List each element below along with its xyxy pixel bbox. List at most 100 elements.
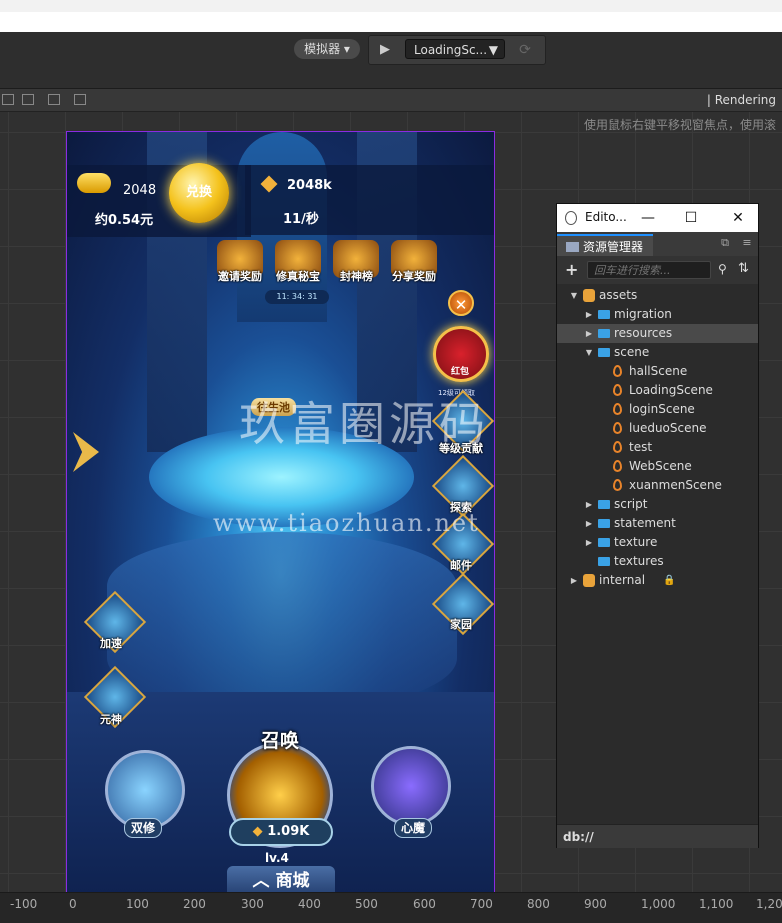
income-rate: 11/秒 xyxy=(283,212,319,227)
homeland-label: 家园 xyxy=(450,618,472,631)
expand-right-icon[interactable]: ▶ xyxy=(584,495,594,514)
tree-item-webscene[interactable]: WebScene xyxy=(557,457,758,476)
asset-path-footer: db:// xyxy=(557,824,758,848)
asset-search-input[interactable] xyxy=(587,261,711,279)
expand-right-icon[interactable]: ▶ xyxy=(584,324,594,343)
tree-item-loadingscene[interactable]: LoadingScene xyxy=(557,381,758,400)
scene-file-icon xyxy=(613,479,622,491)
folder-icon xyxy=(598,557,610,566)
tree-item-label: internal xyxy=(599,573,646,587)
align-right-icon[interactable] xyxy=(48,94,60,105)
maximize-button[interactable]: ☐ xyxy=(678,207,704,229)
exchange-button[interactable]: 兑换 xyxy=(169,163,229,223)
watermark-url: www.tiaozhuan.net xyxy=(213,509,480,537)
ranking-label: 封神榜 xyxy=(340,270,373,283)
close-icon[interactable]: ✕ xyxy=(448,290,474,316)
tree-item-loginscene[interactable]: loginScene xyxy=(557,400,758,419)
scene-file-icon xyxy=(613,460,622,472)
add-asset-button[interactable]: + xyxy=(565,260,578,279)
inner-demon-button[interactable] xyxy=(371,746,451,826)
tree-item-texture[interactable]: ▶ texture xyxy=(557,533,758,552)
expand-right-icon[interactable]: ▶ xyxy=(584,533,594,552)
close-button[interactable]: ✕ xyxy=(725,207,751,229)
tree-item-assets[interactable]: ▼ assets xyxy=(557,286,758,305)
income-total: 2048k xyxy=(287,178,332,193)
search-icon[interactable]: ⚲ xyxy=(718,262,727,276)
menu-icon[interactable]: ≡ xyxy=(741,237,753,249)
watermark-text: 玖富圈源码 xyxy=(239,397,489,451)
tab-assets-label: 资源管理器 xyxy=(583,240,644,254)
tree-item-scene[interactable]: ▼ scene xyxy=(557,343,758,362)
tree-item-xuanmenscene[interactable]: xuanmenScene xyxy=(557,476,758,495)
game-canvas[interactable]: 2048 约0.54元 兑换 2048k 11/秒 邀请奖励 修真秘宝 封神榜 … xyxy=(66,131,495,895)
coin-rmb-value: 约0.54元 xyxy=(95,213,154,228)
distribute-icon[interactable] xyxy=(74,94,86,105)
browser-strip xyxy=(0,0,782,12)
editor-logo-icon xyxy=(565,211,577,225)
chevron-up-icon: ︿ xyxy=(252,871,276,891)
ruler-tick: 600 xyxy=(413,897,436,911)
summon-level: lv.4 xyxy=(265,851,289,865)
tree-item-label: hallScene xyxy=(629,364,688,378)
sort-icon[interactable]: ⇅ xyxy=(738,261,749,276)
tree-item-hallscene[interactable]: hallScene xyxy=(557,362,758,381)
tree-item-label: LoadingScene xyxy=(629,383,713,397)
gold-ingot-icon xyxy=(77,173,111,193)
tree-item-script[interactable]: ▶ script xyxy=(557,495,758,514)
scene-select[interactable]: LoadingSc... ▼ xyxy=(405,39,505,59)
tree-item-label: scene xyxy=(614,345,650,359)
tree-item-label: assets xyxy=(599,288,638,302)
treasure-timer: 11: 34: 31 xyxy=(265,290,329,304)
tree-item-test[interactable]: test xyxy=(557,438,758,457)
folder-icon xyxy=(598,329,610,338)
expand-right-icon[interactable]: ▶ xyxy=(584,305,594,324)
minimize-button[interactable]: — xyxy=(635,207,661,229)
horizontal-ruler: -100 0 100 200 300 400 500 600 700 800 9… xyxy=(0,892,782,923)
align-center-icon[interactable] xyxy=(22,94,34,105)
tree-item-lueduoscene[interactable]: lueduoScene xyxy=(557,419,758,438)
folder-icon xyxy=(598,519,610,528)
tab-assets[interactable]: 资源管理器 xyxy=(557,234,653,256)
folder-icon xyxy=(566,242,579,252)
tree-item-resources[interactable]: ▶ resources xyxy=(557,324,758,343)
tree-item-label: WebScene xyxy=(629,459,692,473)
ruler-tick: 1,000 xyxy=(641,897,676,911)
expand-down-icon[interactable]: ▼ xyxy=(584,343,594,362)
ruler-tick: 200 xyxy=(183,897,206,911)
tree-item-internal[interactable]: ▶ internal 🔒 xyxy=(557,571,758,590)
play-icon[interactable]: ▶ xyxy=(375,40,395,60)
expand-down-icon[interactable]: ▼ xyxy=(569,286,579,305)
window-titlebar[interactable]: Edito... — ☐ ✕ xyxy=(557,204,758,232)
summon-title: 召唤 xyxy=(261,730,300,752)
shop-label: 商城 xyxy=(275,871,310,891)
window-title: Edito... xyxy=(585,210,627,224)
align-left-icon[interactable] xyxy=(2,94,14,105)
mail-label: 邮件 xyxy=(450,559,472,572)
asset-db-icon xyxy=(583,574,595,587)
tree-item-label: script xyxy=(614,497,648,511)
folder-icon xyxy=(598,500,610,509)
lock-icon: 🔒 xyxy=(663,575,676,586)
tree-item-label: textures xyxy=(614,554,664,568)
speedup-label: 加速 xyxy=(100,637,122,650)
temple-stairs xyxy=(107,532,457,712)
treasure-label: 修真秘宝 xyxy=(276,270,320,283)
ruler-tick: 400 xyxy=(298,897,321,911)
scene-file-icon xyxy=(613,403,622,415)
tree-item-migration[interactable]: ▶ migration xyxy=(557,305,758,324)
scene-file-icon xyxy=(613,441,622,453)
ruler-tick: 800 xyxy=(527,897,550,911)
spirit-stone-icon: ◆ xyxy=(252,824,268,839)
simulator-dropdown[interactable]: 模拟器 ▾ xyxy=(294,39,360,59)
shop-button[interactable]: ︿ 商城 xyxy=(227,866,335,894)
refresh-icon[interactable]: ⟳ xyxy=(515,40,535,60)
tree-item-textures[interactable]: textures xyxy=(557,552,758,571)
popout-icon[interactable]: ⧉ xyxy=(719,237,731,249)
title-band xyxy=(0,12,782,32)
tree-item-statement[interactable]: ▶ statement xyxy=(557,514,758,533)
ruler-tick: 500 xyxy=(355,897,378,911)
arrow-right-icon[interactable] xyxy=(73,432,99,472)
tree-item-label: xuanmenScene xyxy=(629,478,722,492)
expand-right-icon[interactable]: ▶ xyxy=(584,514,594,533)
expand-right-icon[interactable]: ▶ xyxy=(569,571,579,590)
